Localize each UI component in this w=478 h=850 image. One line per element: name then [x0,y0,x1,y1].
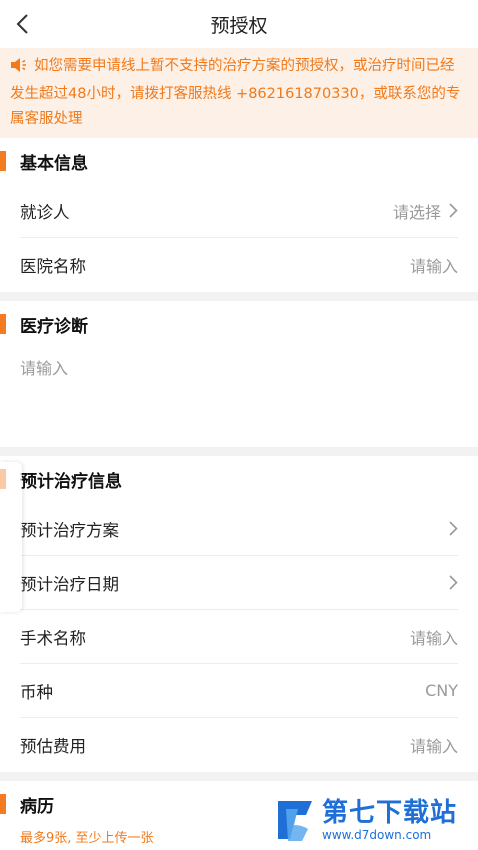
diagnosis-placeholder: 请输入 [20,359,69,378]
notice-text: 如您需要申请线上暂不支持的治疗方案的预授权，或治疗时间已经发生超过48小时，请拨… [10,58,461,127]
hospital-label: 医院名称 [20,257,86,276]
treatment-section: 预计治疗信息 预计治疗方案 预计治疗日期 手术名称 请输入 币种 CNY 预估费… [0,456,478,772]
hospital-input[interactable]: 请输入 [410,253,458,277]
speaker-icon [10,57,28,82]
diagnosis-textarea[interactable]: 请输入 [0,347,478,447]
records-heading: 病历 [20,796,54,817]
site-logo [278,801,312,841]
accent-bar [0,151,6,171]
currency-label: 币种 [20,682,53,702]
treatment-plan-row[interactable]: 预计治疗方案 [20,502,458,556]
chevron-right-icon [449,521,458,536]
accent-bar [0,794,6,814]
side-drawer-handle[interactable] [0,462,22,612]
watermark-name: 第七下载站 [322,798,458,828]
accent-bar [0,314,6,334]
back-button[interactable] [6,8,38,40]
patient-row[interactable]: 就诊人 请选择 [20,184,458,238]
basic-info-heading: 基本信息 [20,153,88,174]
surgery-name-label: 手术名称 [20,628,86,648]
section-heading: 医疗诊断 [0,301,478,347]
diagnosis-section: 医疗诊断 请输入 [0,301,478,447]
treatment-date-row[interactable]: 预计治疗日期 [20,556,458,610]
surgery-name-input[interactable]: 请输入 [410,625,458,649]
chevron-left-icon [16,14,28,34]
treatment-date-label: 预计治疗日期 [20,574,119,594]
currency-value[interactable]: CNY [425,681,458,700]
nav-header: 预授权 [0,0,478,48]
estimated-cost-row[interactable]: 预估费用 请输入 [20,718,458,772]
patient-label: 就诊人 [20,202,70,222]
page-title: 预授权 [210,14,268,37]
watermark: 第七下载站 www.d7down.com [272,790,472,850]
chevron-right-icon [449,575,458,590]
treatment-heading: 预计治疗信息 [20,471,122,492]
estimated-cost-input[interactable]: 请输入 [410,733,458,757]
treatment-plan-label: 预计治疗方案 [20,520,119,540]
basic-info-section: 基本信息 就诊人 请选择 医院名称 请输入 [0,138,478,292]
estimated-cost-label: 预估费用 [20,737,86,756]
currency-row[interactable]: 币种 CNY [20,664,458,718]
section-heading: 基本信息 [0,138,478,184]
diagnosis-heading: 医疗诊断 [20,316,88,337]
chevron-right-icon [449,203,458,218]
section-heading: 预计治疗信息 [0,456,478,502]
hospital-row[interactable]: 医院名称 请输入 [20,238,458,292]
patient-select[interactable]: 请选择 [393,199,441,223]
notice-banner: 如您需要申请线上暂不支持的治疗方案的预授权，或治疗时间已经发生超过48小时，请拨… [0,48,478,138]
surgery-name-row[interactable]: 手术名称 请输入 [20,610,458,664]
watermark-url: www.d7down.com [322,828,432,842]
